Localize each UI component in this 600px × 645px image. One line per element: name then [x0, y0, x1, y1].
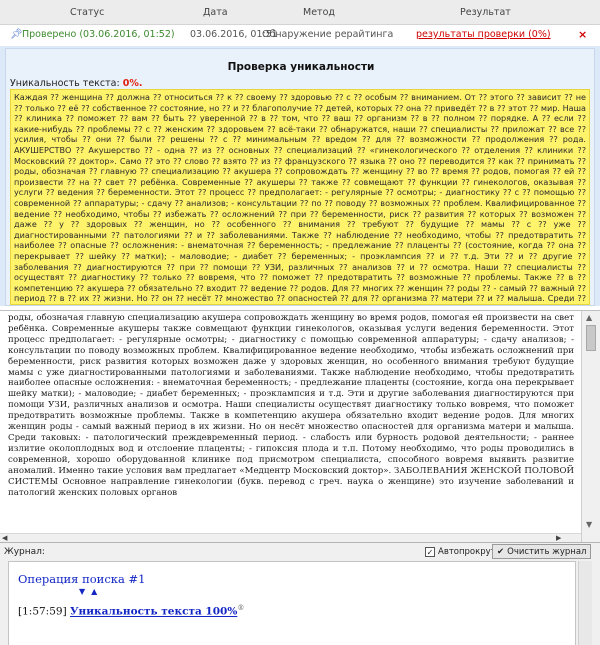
vertical-scrollbar[interactable]: ▲ ▼	[581, 311, 600, 543]
web-checker-panel: Статус Дата Метод Результат 📌︎ Проверено…	[0, 0, 600, 306]
highlighted-text: Каждая ?? женщина ?? должна ?? относитьс…	[10, 89, 590, 305]
search-operation-title: Операция поиска #1	[18, 572, 146, 586]
check-method: Обнаружение рерайтинга	[262, 29, 394, 40]
info-icon[interactable]: ®	[237, 604, 244, 612]
journal-log: Операция поиска #1 ▼▲ [1:57:59] Уникальн…	[8, 561, 576, 645]
checkbox-check-icon[interactable]: ✓	[425, 547, 435, 557]
scroll-right-icon[interactable]: ▶	[556, 534, 561, 542]
header-method: Метод	[303, 7, 335, 18]
uniqueness-label: Уникальность текста:	[10, 78, 120, 89]
uniqueness-panel: Проверка уникальности Уникальность текст…	[5, 48, 595, 306]
uniqueness-title: Проверка уникальности	[227, 61, 375, 73]
check-status: Проверено (03.06.2016, 01:52)	[22, 29, 175, 40]
header-result: Результат	[460, 7, 511, 18]
scroll-up-icon[interactable]: ▲	[586, 313, 592, 322]
header-date: Дата	[203, 7, 228, 18]
journal-label: Журнал:	[4, 547, 45, 557]
document-text[interactable]: роды, обозначая главную специализацию ак…	[8, 313, 574, 533]
clear-journal-button[interactable]: ✔ Очистить журнал	[492, 544, 592, 559]
check-row: 📌︎ Проверено (03.06.2016, 01:52) 03.06.2…	[0, 25, 600, 45]
journal-scrollbar[interactable]	[578, 561, 592, 645]
uniqueness-summary: Уникальность текста: 0%.	[10, 78, 142, 89]
scroll-down-icon[interactable]: ▼	[586, 520, 592, 529]
log-entry: [1:57:59] Уникальность текста 100%®	[18, 604, 244, 618]
uniqueness-value: 0%.	[122, 78, 143, 89]
expand-arrows-icon[interactable]: ▼▲	[79, 587, 103, 596]
journal-panel: Журнал: ✓ Автопрокрутка ✔ Очистить журна…	[0, 542, 600, 645]
journal-toolbar: Журнал: ✓ Автопрокрутка ✔ Очистить журна…	[0, 543, 600, 561]
pin-icon[interactable]: 📌︎	[10, 29, 23, 40]
results-table-header: Статус Дата Метод Результат	[0, 0, 600, 25]
results-link[interactable]: результаты проверки (0%)	[416, 29, 551, 40]
scroll-thumb[interactable]	[586, 325, 596, 351]
clear-icon: ✔	[497, 546, 505, 557]
header-status: Статус	[70, 7, 105, 18]
clear-journal-label: Очистить журнал	[507, 546, 587, 557]
scroll-left-icon[interactable]: ◀	[2, 534, 7, 542]
entry-time: [1:57:59]	[18, 605, 67, 618]
close-icon[interactable]: ×	[578, 28, 587, 41]
document-editor[interactable]: роды, обозначая главную специализацию ак…	[0, 310, 600, 543]
uniqueness-result-link[interactable]: Уникальность текста 100%	[70, 606, 237, 618]
